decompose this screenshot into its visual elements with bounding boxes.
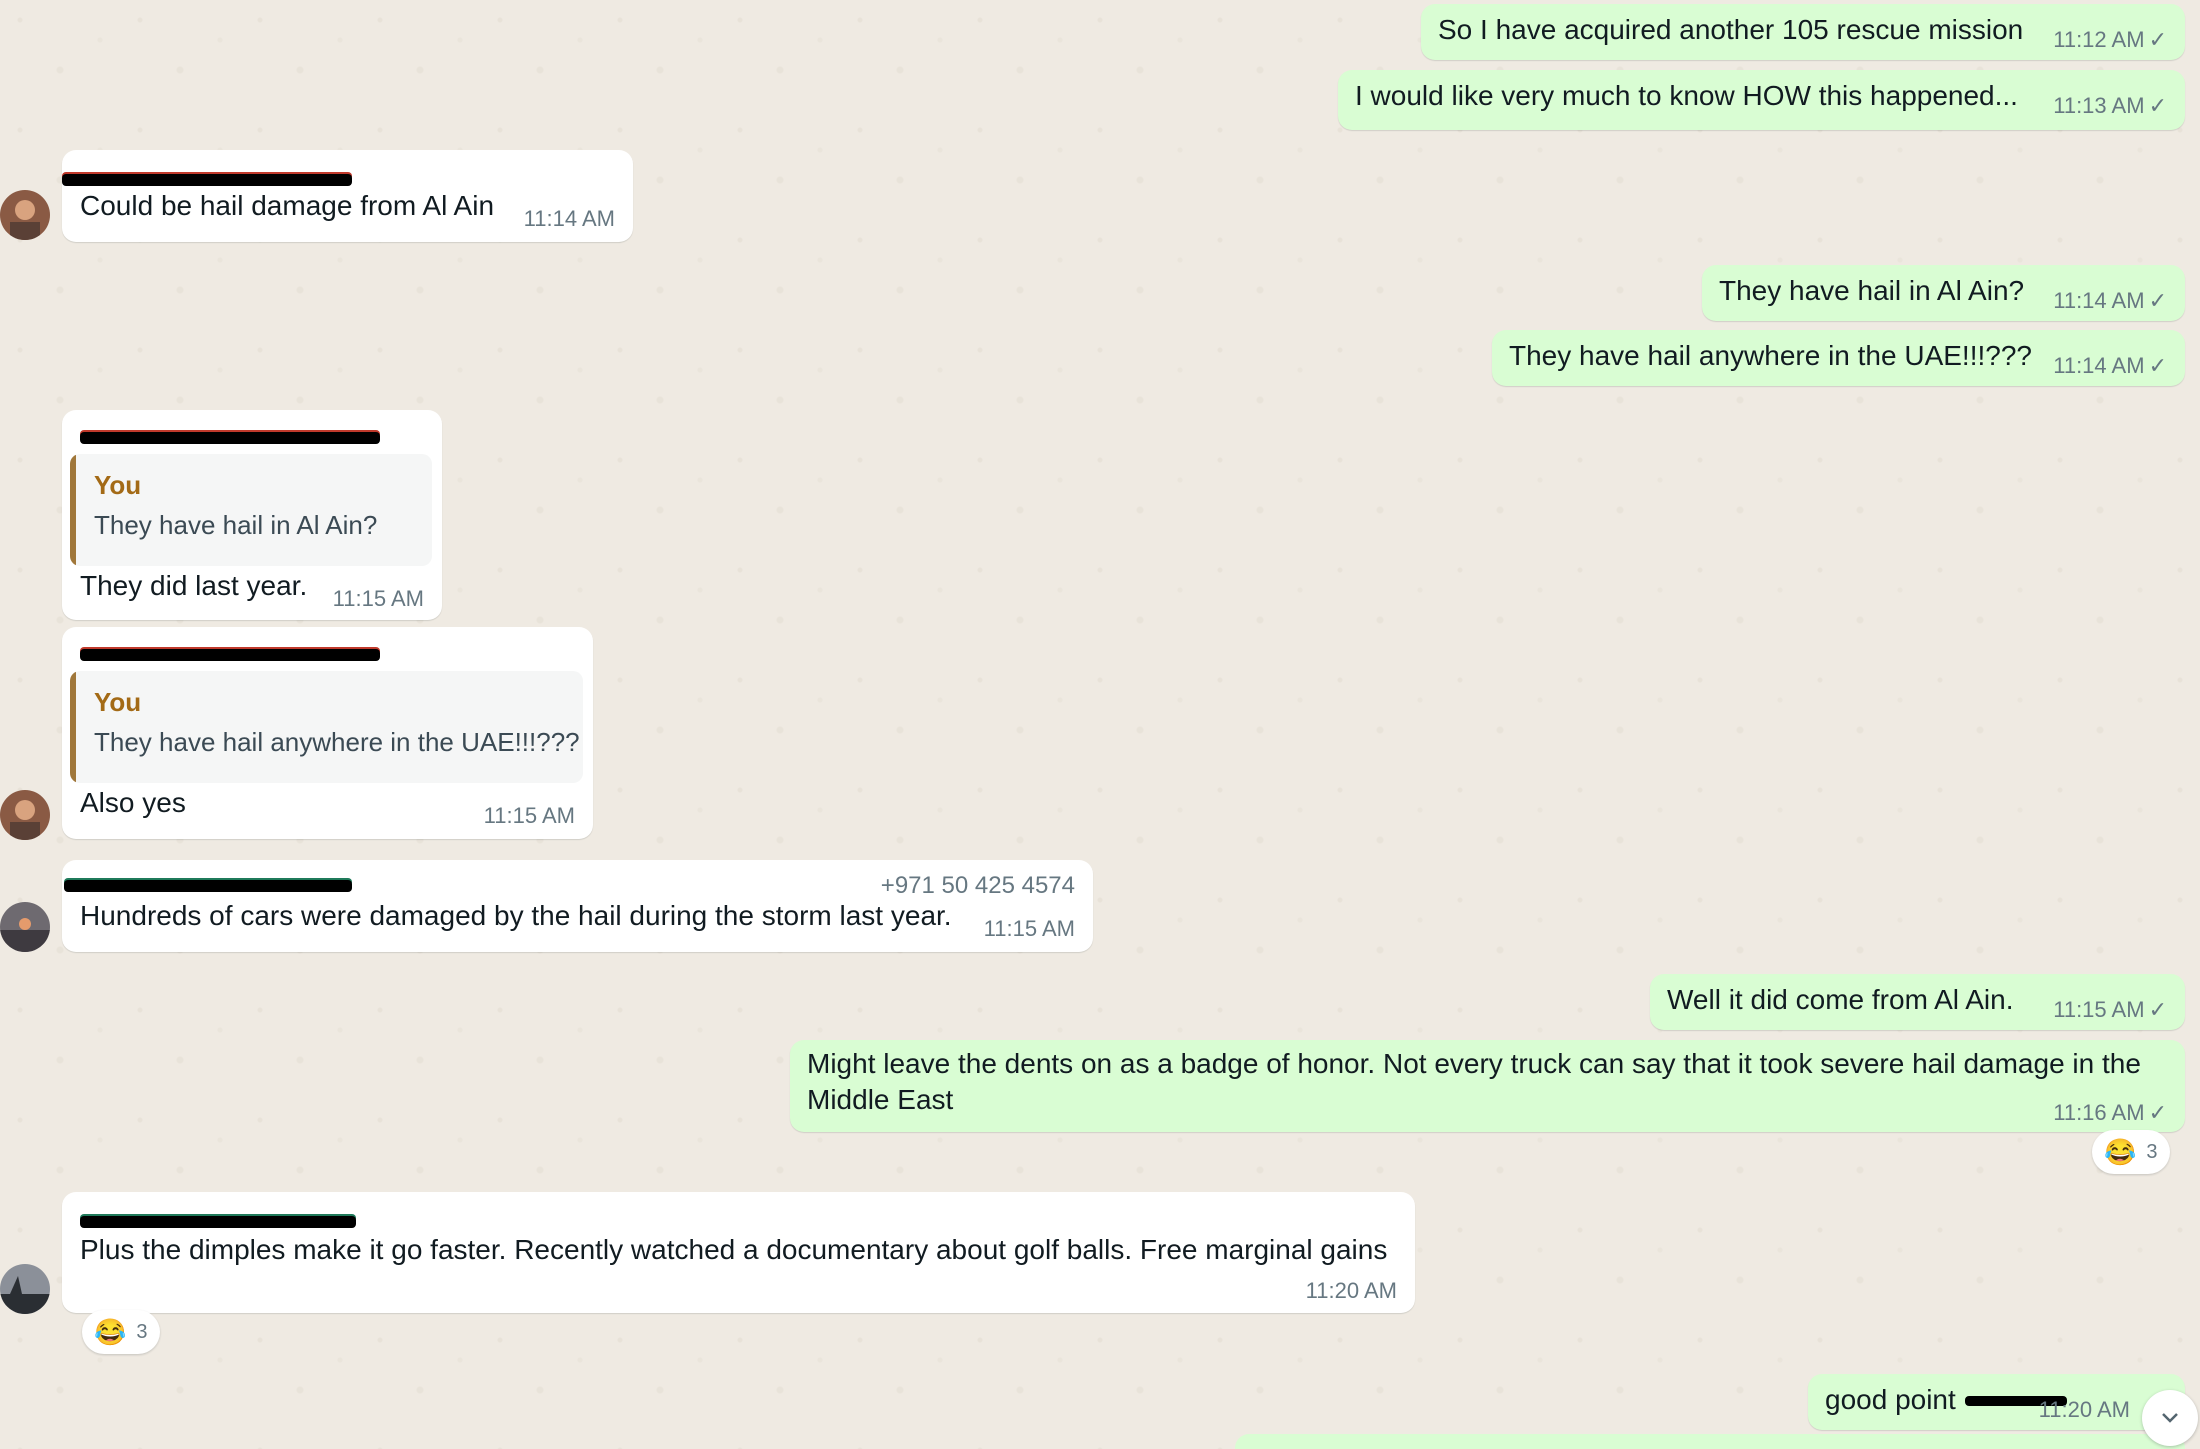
redaction-bar bbox=[62, 174, 352, 186]
avatar[interactable] bbox=[0, 190, 50, 240]
check-icon: ✓ bbox=[2148, 997, 2167, 1022]
message-time: 11:14 AM ✓ bbox=[2053, 353, 2167, 378]
message-text: Might leave the dents on as a badge of h… bbox=[807, 1048, 2141, 1115]
quoted-message[interactable]: You They have hail in Al Ain? bbox=[70, 454, 432, 566]
message-text: Hundreds of cars were damaged by the hai… bbox=[80, 900, 952, 931]
message-time: 11:20 AM bbox=[1305, 1278, 1397, 1303]
redaction-bar bbox=[80, 432, 380, 444]
message-time: 11:15 AM bbox=[332, 586, 424, 611]
quote-text: They have hail anywhere in the UAE!!!??? bbox=[94, 727, 580, 757]
check-icon: ✓ bbox=[2148, 27, 2167, 52]
check-icon: ✓ bbox=[2148, 288, 2167, 313]
reaction-badge[interactable]: 😂 3 bbox=[82, 1310, 160, 1354]
scroll-down-button[interactable] bbox=[2142, 1390, 2198, 1446]
message-text: good point bbox=[1825, 1384, 1956, 1415]
message-text: Well it did come from Al Ain. bbox=[1667, 984, 2014, 1015]
quote-text: They have hail in Al Ain? bbox=[94, 510, 378, 540]
message-text: They have hail anywhere in the UAE!!!??? bbox=[1509, 340, 2032, 371]
outgoing-message[interactable]: Might leave the dents on as a badge of h… bbox=[790, 1040, 2185, 1132]
redaction-bar bbox=[80, 1216, 356, 1228]
message-text: Also yes bbox=[80, 787, 186, 818]
check-icon: ✓ bbox=[2148, 93, 2167, 118]
message-time: 11:12 AM ✓ bbox=[2053, 27, 2167, 52]
reaction-count: 3 bbox=[136, 1320, 148, 1343]
message-text: They have hail in Al Ain? bbox=[1719, 275, 2025, 306]
outgoing-message[interactable]: Well it did come from Al Ain. 11:15 AM ✓ bbox=[1650, 974, 2185, 1030]
message-text: Could be hail damage from Al Ain bbox=[80, 190, 495, 221]
quote-author: You bbox=[94, 687, 142, 717]
redaction-bar bbox=[80, 649, 380, 661]
incoming-message[interactable]: +971 50 425 4574 Hundreds of cars were d… bbox=[62, 860, 1093, 952]
incoming-message[interactable]: You They have hail in Al Ain? They did l… bbox=[62, 410, 442, 620]
message-time: 11:13 AM ✓ bbox=[2053, 93, 2167, 118]
outgoing-message[interactable]: I would like very much to know HOW this … bbox=[1338, 70, 2185, 130]
check-icon: ✓ bbox=[2148, 1100, 2167, 1125]
message-text: Plus the dimples make it go faster. Rece… bbox=[80, 1234, 1388, 1265]
laughing-emoji-icon: 😂 bbox=[2104, 1136, 2137, 1167]
chevron-down-icon bbox=[2162, 1413, 2178, 1423]
incoming-message[interactable]: You They have hail anywhere in the UAE!!… bbox=[62, 627, 593, 839]
check-icon: ✓ bbox=[2148, 353, 2167, 378]
message-time: 11:14 AM bbox=[523, 206, 615, 231]
sender-phone: +971 50 425 4574 bbox=[880, 872, 1075, 899]
message-time: 11:20 AM bbox=[2038, 1397, 2130, 1422]
quote-bar bbox=[70, 454, 76, 566]
quote-bar bbox=[70, 671, 76, 783]
reaction-count: 3 bbox=[2146, 1140, 2158, 1163]
avatar[interactable] bbox=[0, 790, 50, 840]
outgoing-message[interactable]: They have hail in Al Ain? 11:14 AM ✓ bbox=[1702, 265, 2185, 321]
outgoing-message[interactable]: They have hail anywhere in the UAE!!!???… bbox=[1492, 330, 2185, 386]
reaction-badge[interactable]: 😂 3 bbox=[2092, 1130, 2170, 1174]
message-time: 11:15 AM bbox=[983, 916, 1075, 941]
incoming-message[interactable]: Could be hail damage from Al Ain 11:14 A… bbox=[62, 150, 633, 242]
quoted-message[interactable]: You They have hail anywhere in the UAE!!… bbox=[70, 671, 583, 783]
laughing-emoji-icon: 😂 bbox=[94, 1316, 127, 1347]
message-time: 11:16 AM ✓ bbox=[2053, 1100, 2167, 1125]
message-time: 11:15 AM bbox=[483, 803, 575, 828]
incoming-message[interactable]: Plus the dimples make it go faster. Rece… bbox=[62, 1192, 1415, 1313]
message-text: I would like very much to know HOW this … bbox=[1355, 80, 2018, 111]
message-time: 11:14 AM ✓ bbox=[2053, 288, 2167, 313]
message-time: 11:15 AM ✓ bbox=[2053, 997, 2167, 1022]
outgoing-message[interactable]: So I have acquired another 105 rescue mi… bbox=[1421, 4, 2185, 60]
quote-author: You bbox=[94, 470, 142, 500]
outgoing-message[interactable]: good point 11:20 AM bbox=[1808, 1374, 2185, 1430]
redaction-bar bbox=[64, 880, 352, 892]
avatar[interactable] bbox=[0, 902, 50, 952]
message-text: They did last year. bbox=[80, 570, 308, 601]
message-text: So I have acquired another 105 rescue mi… bbox=[1438, 14, 2024, 45]
avatar[interactable] bbox=[0, 1264, 50, 1314]
outgoing-message-partial[interactable] bbox=[1235, 1434, 2185, 1449]
